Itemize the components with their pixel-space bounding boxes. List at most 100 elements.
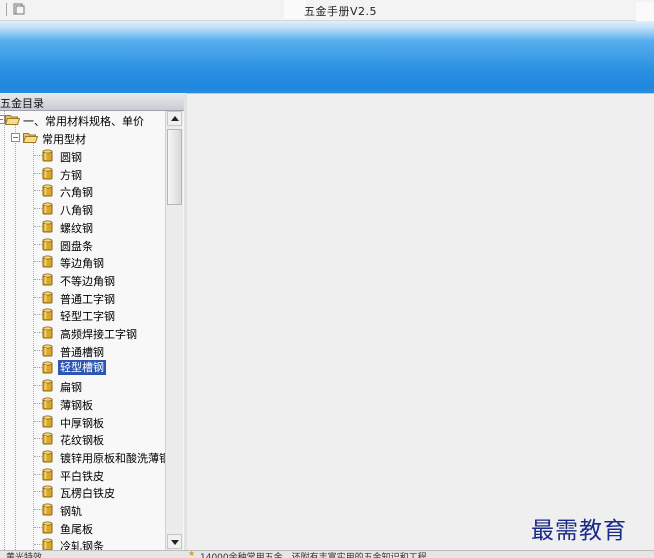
- tree-line: [34, 474, 42, 475]
- tree-leaf-item[interactable]: 鱼尾板: [0, 519, 165, 536]
- tree-line: [34, 155, 42, 156]
- tree-leaf-label: 中厚钢板: [60, 417, 104, 430]
- material-icon: [42, 238, 53, 251]
- tree-line: [34, 403, 42, 404]
- tree-line: [34, 244, 42, 245]
- tree-leaf-item[interactable]: 扁钢: [0, 377, 165, 394]
- scroll-up-button[interactable]: [167, 111, 182, 126]
- tree-leaf-item[interactable]: 瓦楞白铁皮: [0, 483, 165, 500]
- tree-leaf-label: 圆盘条: [60, 240, 93, 253]
- scroll-thumb[interactable]: [167, 129, 182, 205]
- material-icon: [42, 167, 53, 180]
- tree-leaf-label: 冷轧钢条: [60, 540, 104, 550]
- material-icon: [42, 273, 53, 286]
- document-icon[interactable]: [13, 3, 25, 15]
- tree-line: [34, 421, 42, 422]
- tree-leaf-item[interactable]: 圆盘条: [0, 236, 165, 253]
- tree-line: [34, 350, 42, 351]
- material-icon: [42, 184, 53, 197]
- tree-leaf-label: 鱼尾板: [60, 523, 93, 536]
- tree-leaf-item[interactable]: 轻型槽钢: [0, 359, 165, 376]
- tree-line: [34, 261, 42, 262]
- star-icon: ★: [188, 550, 196, 558]
- material-icon: [42, 202, 53, 215]
- tree-scrollbar[interactable]: [165, 111, 183, 550]
- tree-leaf-item[interactable]: 普通工字钢: [0, 289, 165, 306]
- tree-leaf-label: 普通工字钢: [60, 293, 115, 306]
- tree-line: [34, 314, 42, 315]
- tree-line: [34, 527, 42, 528]
- material-icon: [42, 415, 53, 428]
- folder-open-icon: [5, 115, 20, 125]
- arrow-down-icon: [171, 540, 179, 545]
- tree-leaf-item[interactable]: 普通槽钢: [0, 342, 165, 359]
- tree-line: [34, 279, 42, 280]
- tree-leaf-item[interactable]: 薄钢板: [0, 395, 165, 412]
- title-app-icon: [284, 0, 306, 19]
- tree-leaf-item[interactable]: 花纹钢板: [0, 430, 165, 447]
- tree-leaf-item[interactable]: 冷轧钢条: [0, 536, 165, 550]
- tree-leaf-label: 不等边角钢: [60, 275, 115, 288]
- tree-leaf-label: 钢轨: [60, 505, 82, 518]
- material-icon: [42, 503, 53, 516]
- tree-leaf-label: 镀锌用原板和酸洗薄钢板: [60, 452, 165, 465]
- tree-line: [34, 491, 42, 492]
- material-icon: [42, 344, 53, 357]
- tree-leaf-label: 薄钢板: [60, 399, 93, 412]
- material-icon: [42, 220, 53, 233]
- tree-line: [34, 544, 42, 545]
- tree-node-root-label: 一、常用材料规格、单价: [23, 115, 144, 128]
- tree-leaf-label: 扁钢: [60, 381, 82, 394]
- tree-leaf-label: 等边角钢: [60, 257, 104, 270]
- tree-leaf-label: 八角钢: [60, 204, 93, 217]
- scroll-down-button[interactable]: [167, 534, 182, 549]
- material-icon: [42, 308, 53, 321]
- tree-line: [34, 385, 42, 386]
- tree-leaf-label: 方钢: [60, 169, 82, 182]
- tree-leaf-item[interactable]: 八角钢: [0, 200, 165, 217]
- tree-leaf-item[interactable]: 平白铁皮: [0, 466, 165, 483]
- tree-leaf-item[interactable]: 钢轨: [0, 501, 165, 518]
- tree-line: [34, 332, 42, 333]
- tree-node-folder-label: 常用型材: [42, 133, 86, 146]
- tree-leaf-item[interactable]: 高频焊接工字钢: [0, 324, 165, 341]
- material-icon: [42, 255, 53, 268]
- tree-line: [34, 456, 42, 457]
- tree-leaf-item[interactable]: 镀锌用原板和酸洗薄钢板: [0, 448, 165, 465]
- catalog-panel-title: 五金目录: [0, 97, 44, 110]
- material-icon: [42, 361, 53, 374]
- tree-leaf-label: 花纹钢板: [60, 434, 104, 447]
- tree-leaf-item[interactable]: 不等边角钢: [0, 271, 165, 288]
- material-icon: [42, 538, 53, 550]
- tree-leaf-label: 轻型工字钢: [60, 310, 115, 323]
- tree-leaf-item[interactable]: 圆钢: [0, 147, 165, 164]
- tree-leaf-item[interactable]: 轻型工字钢: [0, 306, 165, 323]
- material-icon: [42, 326, 53, 339]
- tree-leaf-label: 轻型槽钢: [58, 360, 106, 375]
- material-icon: [42, 397, 53, 410]
- watermark-text: 最需教育: [531, 518, 627, 544]
- tree-line: [34, 438, 42, 439]
- material-icon: [42, 379, 53, 392]
- tree-leaf-label: 圆钢: [60, 151, 82, 164]
- tree-node-folder[interactable]: − 常用型材: [0, 129, 165, 146]
- catalog-panel-header: 五金目录: [0, 93, 184, 111]
- material-icon: [42, 468, 53, 481]
- tree-leaf-label: 瓦楞白铁皮: [60, 487, 115, 500]
- tree-line: [34, 190, 42, 191]
- tree-leaf-label: 六角钢: [60, 186, 93, 199]
- tree-leaf-item[interactable]: 六角钢: [0, 182, 165, 199]
- tree-leaf-label: 螺纹钢: [60, 222, 93, 235]
- catalog-tree[interactable]: − 一、常用材料规格、单价 − 常用型材 圆钢方钢六角钢八角钢螺纹钢圆盘条等边角…: [0, 111, 165, 550]
- collapse-icon[interactable]: −: [11, 133, 20, 142]
- tree-leaf-item[interactable]: 等边角钢: [0, 253, 165, 270]
- ribbon-toolbar: [0, 21, 654, 93]
- tree-leaf-item[interactable]: 螺纹钢: [0, 218, 165, 235]
- tree-line: [34, 297, 42, 298]
- tree-leaf-label: 平白铁皮: [60, 470, 104, 483]
- tree-leaf-item[interactable]: 方钢: [0, 165, 165, 182]
- folder-open-icon: [23, 133, 38, 143]
- tree-leaf-item[interactable]: 中厚钢板: [0, 413, 165, 430]
- tree-node-root[interactable]: − 一、常用材料规格、单价: [0, 111, 165, 128]
- tree-line: [34, 208, 42, 209]
